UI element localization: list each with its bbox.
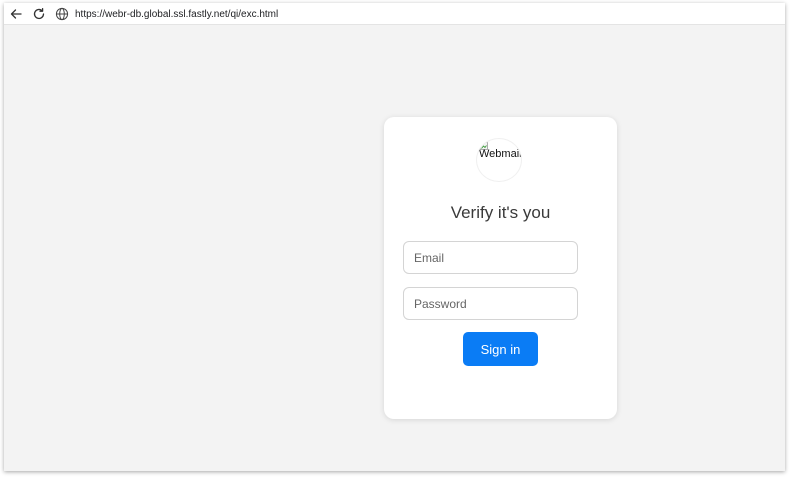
browser-toolbar: https://webr-db.global.ssl.fastly.net/qi… [4, 3, 785, 25]
back-button[interactable] [8, 6, 24, 22]
address-url: https://webr-db.global.ssl.fastly.net/qi… [75, 8, 279, 20]
address-bar[interactable]: https://webr-db.global.ssl.fastly.net/qi… [52, 5, 781, 23]
sign-in-button[interactable]: Sign in [463, 332, 538, 366]
webmail-logo: Webmail [476, 138, 522, 182]
arrow-left-icon [10, 9, 22, 19]
login-card: Webmail Verify it's you Sign in [384, 117, 617, 419]
email-field[interactable] [403, 241, 578, 274]
browser-window: https://webr-db.global.ssl.fastly.net/qi… [4, 3, 785, 471]
page-title: Verify it's you [450, 203, 551, 222]
reload-icon [33, 7, 45, 20]
logo-alt-text: Webmail [479, 148, 522, 160]
globe-icon [55, 7, 69, 21]
password-field[interactable] [403, 287, 578, 320]
reload-button[interactable] [31, 6, 47, 22]
